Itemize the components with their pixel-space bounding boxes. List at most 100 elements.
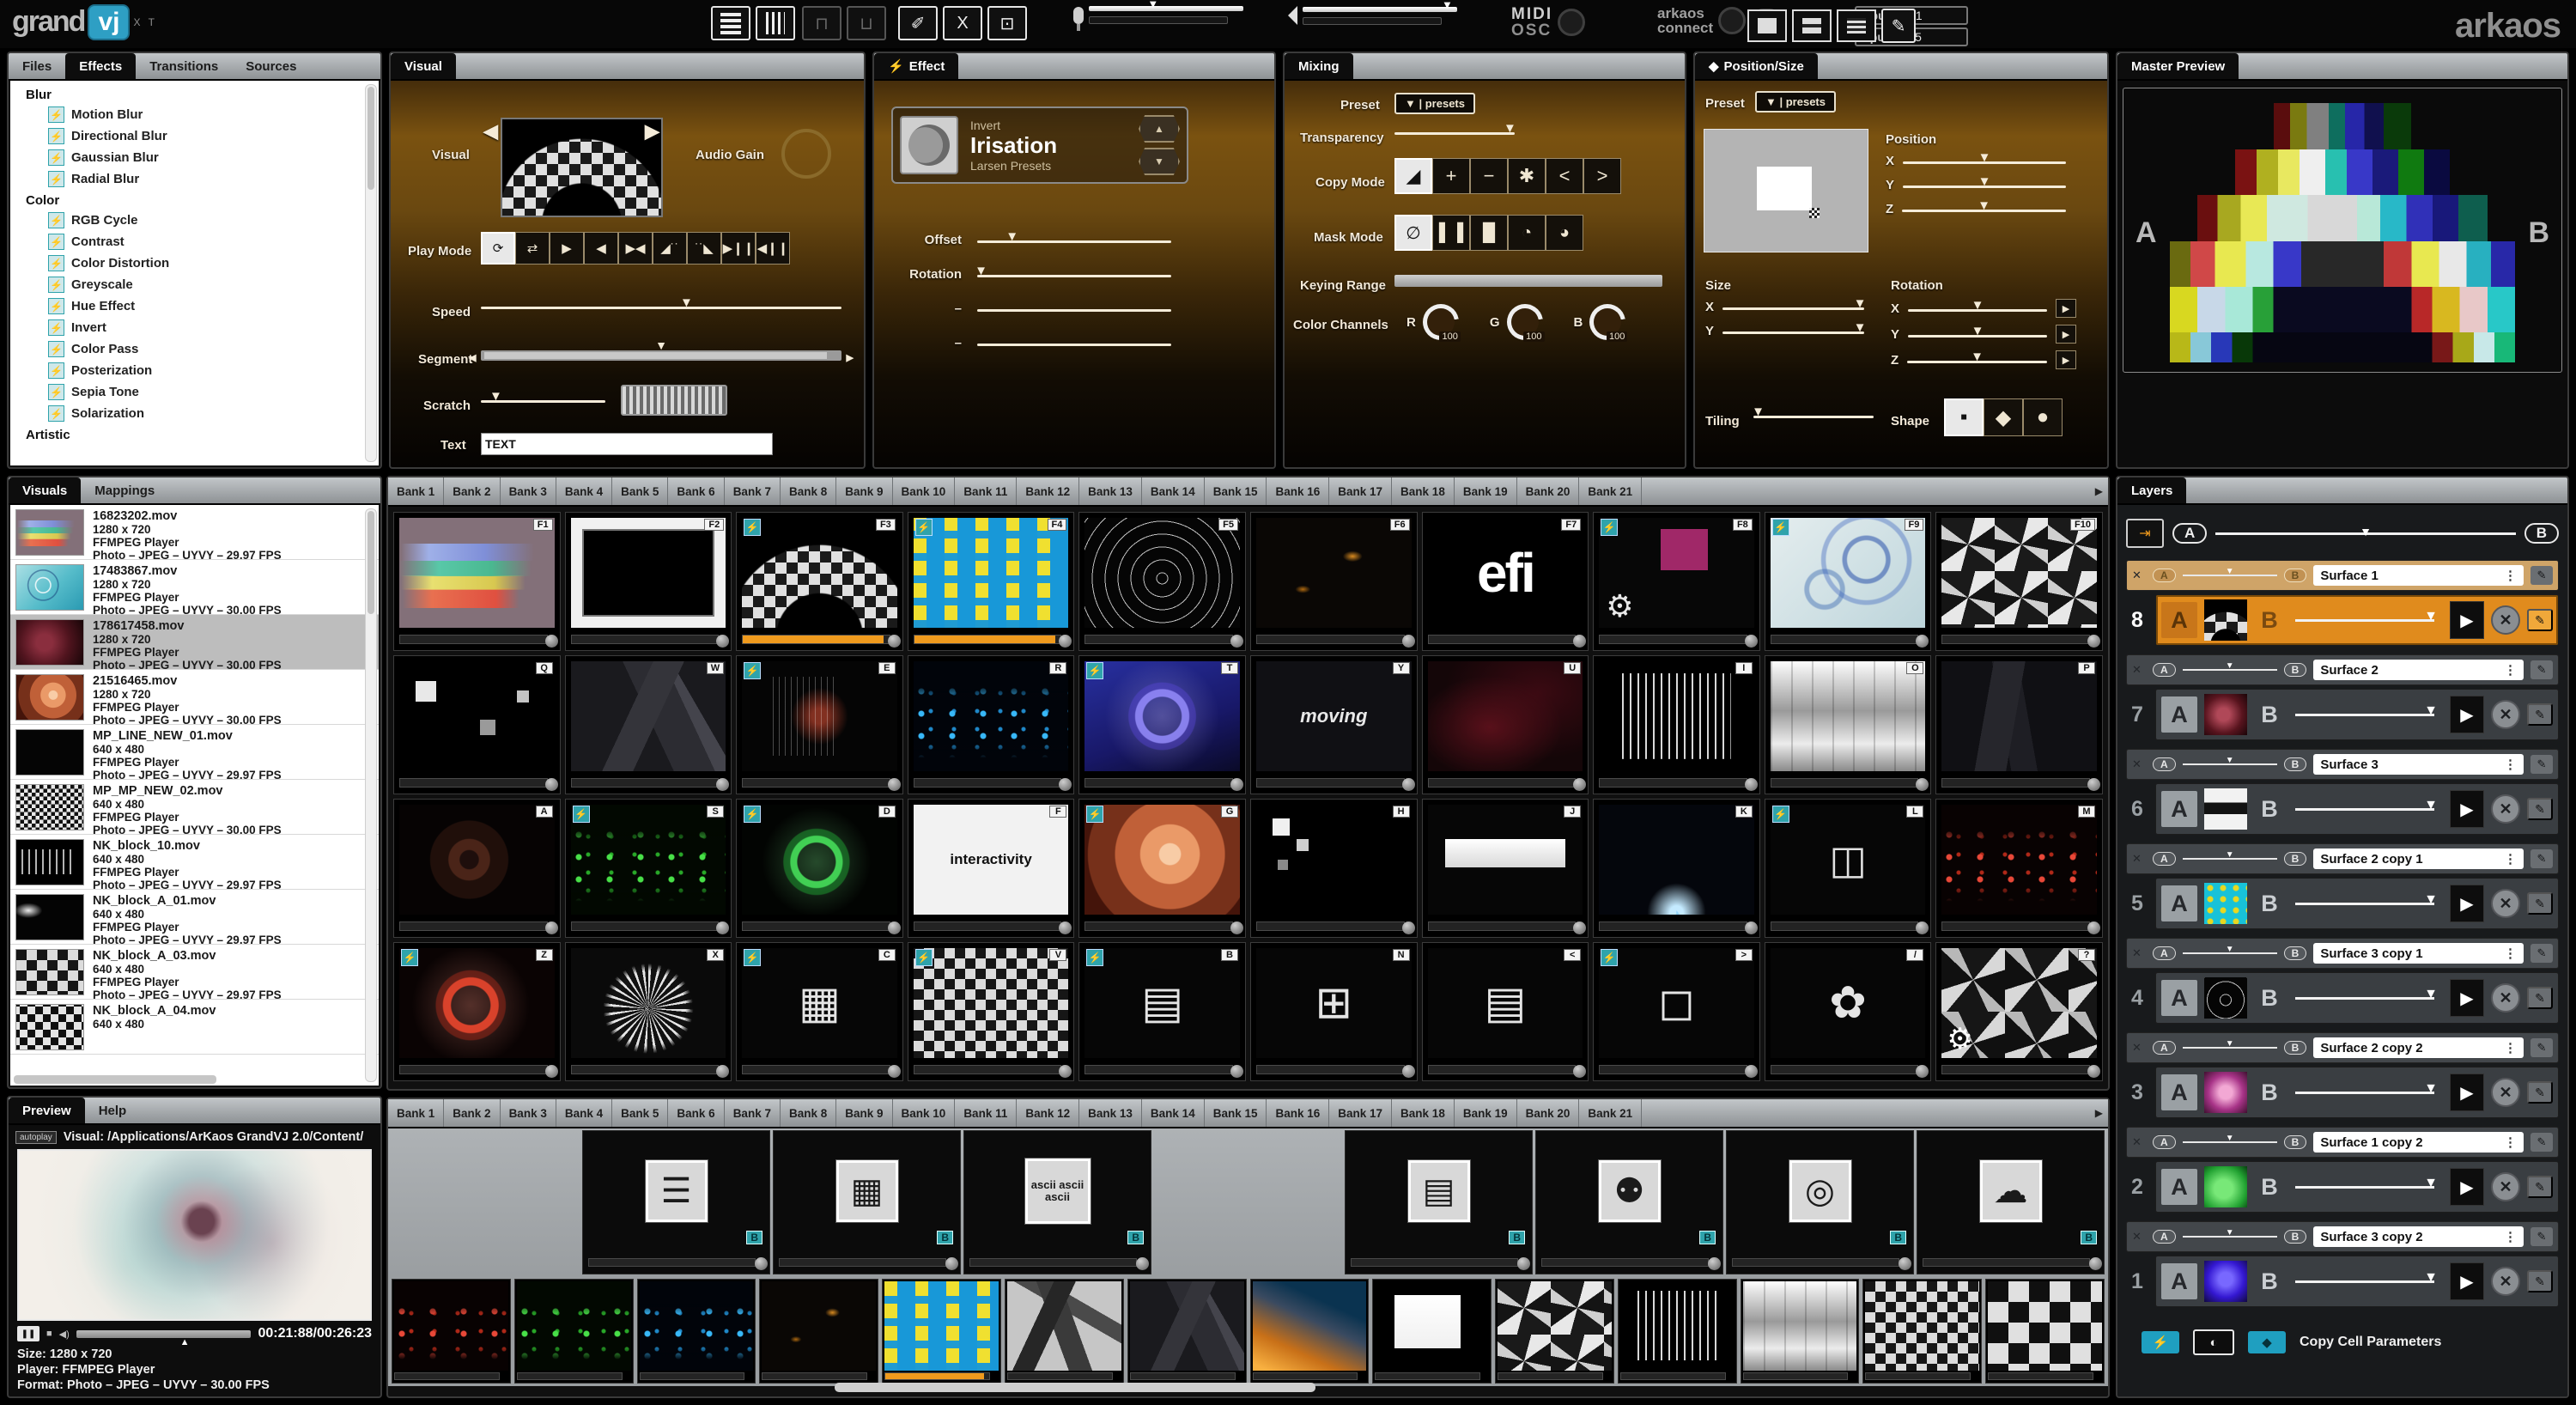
shape-button[interactable]: ▪ [1944, 398, 1984, 436]
bank-tab[interactable]: ○Bank 5 [612, 477, 669, 505]
cell-knob[interactable] [1059, 778, 1072, 791]
layer-crossfader[interactable]: ▼ [2292, 609, 2443, 629]
visual-cell[interactable]: K ⚡ [1593, 799, 1760, 938]
sound-cell-knob[interactable] [1136, 1257, 1149, 1270]
effect-list-item[interactable]: ⚡ Hue Effect [10, 295, 379, 317]
surface-edit-icon[interactable]: ✎ [2530, 1133, 2553, 1152]
preview-tab[interactable]: Preview [9, 1098, 85, 1123]
bank-tab[interactable]: ○Bank 10 [893, 1099, 956, 1127]
bank-tab[interactable]: ○Bank 21 [1579, 1099, 1643, 1127]
effect-list-item[interactable]: ⚡ Contrast [10, 231, 379, 252]
sound-cell-knob[interactable] [945, 1257, 958, 1270]
cell-knob[interactable] [544, 635, 558, 648]
midi-activity-knob[interactable] [1558, 9, 1586, 36]
bank-tab[interactable]: ○Bank 4 [556, 477, 613, 505]
cell-knob[interactable] [2087, 1065, 2100, 1078]
bank-tab[interactable]: ○Bank 16 [1267, 477, 1330, 505]
bottom-visual-cell[interactable] [392, 1279, 511, 1384]
surface-a-pill[interactable]: A [2153, 1230, 2176, 1244]
layer-play-button[interactable]: ▶ [2450, 1168, 2484, 1206]
surface-crossfader[interactable]: ▼ [2182, 567, 2277, 581]
mask-mode-button[interactable]: ▌▐ [1432, 215, 1470, 251]
surface-edit-icon[interactable]: ✎ [2530, 660, 2553, 679]
segment-right-arrow[interactable]: ▶ [847, 352, 854, 363]
cell-knob[interactable] [1230, 1065, 1243, 1078]
bank-tab[interactable]: ○Bank 4 [556, 1099, 613, 1127]
layer-clear-button[interactable]: ✕ [2491, 983, 2520, 1013]
cell-knob[interactable] [1916, 921, 1929, 934]
segment-slider[interactable]: ▼ ◀ ▶ [469, 338, 854, 366]
axis-slider[interactable]: ▼ [1907, 350, 2047, 368]
surface-select[interactable]: Surface 3 ⋮ [2313, 754, 2524, 775]
cell-knob[interactable] [1401, 921, 1415, 934]
position-preview[interactable] [1704, 129, 1868, 252]
copy-mode-button[interactable]: > [1583, 158, 1621, 194]
pause-button[interactable]: ❚❚ [17, 1326, 39, 1341]
presets-dropdown[interactable]: ▼ | presets [1394, 93, 1475, 114]
effect-param-slider[interactable]: ▼ [977, 229, 1171, 247]
visual-cell[interactable]: interactivity F ⚡ [907, 799, 1075, 938]
rotation-play-button[interactable]: ▶ [2056, 325, 2076, 344]
sound-cell[interactable]: ◎ B [1726, 1130, 1914, 1274]
visual-cell[interactable]: D ⚡ [736, 799, 903, 938]
copy-mode-button[interactable]: < [1546, 158, 1583, 194]
layer-clear-button[interactable]: ✕ [2491, 794, 2520, 824]
step-a-button[interactable]: ⊓ [802, 6, 841, 40]
bottom-visual-cell[interactable] [1249, 1279, 1370, 1384]
position-preview-rect[interactable] [1756, 166, 1813, 210]
master-preview-tab[interactable]: Master Preview [2117, 53, 2239, 79]
visual-cell[interactable]: Q ⚡ [393, 655, 561, 794]
effect-list-item[interactable]: ⚡ Motion Blur [10, 104, 379, 125]
shape-button[interactable]: ● [2023, 398, 2063, 436]
effect-param-slider[interactable] [977, 335, 1171, 350]
visual-cell[interactable]: W ⚡ [564, 655, 732, 794]
file-row[interactable]: NK_block_A_03.mov 640 x 480 FFMPEG Playe… [10, 945, 379, 1001]
layer-crossfader[interactable]: ▼ [2292, 1270, 2443, 1290]
mixer-view-button[interactable] [756, 6, 795, 40]
visual-cell[interactable]: J ⚡ [1421, 799, 1589, 938]
sound-cell-knob[interactable] [1517, 1257, 1530, 1270]
monitor-3-icon[interactable] [1837, 9, 1876, 42]
axis-slider[interactable]: ▼ [1722, 320, 1866, 338]
bank-tab[interactable]: ○Bank 15 [1205, 477, 1267, 505]
fullscreen-icon[interactable]: ⊡ [987, 6, 1027, 40]
cell-knob[interactable] [716, 921, 730, 934]
effect-list-item[interactable]: ⚡ RGB Cycle [10, 210, 379, 231]
surface-close-icon[interactable]: ✕ [2132, 569, 2146, 582]
surface-crossfader[interactable]: ▼ [2182, 756, 2277, 769]
bottom-hscrollbar[interactable] [835, 1383, 1315, 1392]
file-row[interactable]: 17483867.mov 1280 x 720 FFMPEG Player Ph… [10, 560, 379, 617]
bank-tab[interactable]: ○Bank 2 [444, 477, 501, 505]
effect-list-item[interactable]: ⚡ Invert [10, 317, 379, 338]
bank-tab[interactable]: ○Bank 9 [836, 1099, 893, 1127]
layer-edit-button[interactable]: ✎ [2527, 1176, 2553, 1198]
surface-b-pill[interactable]: B [2283, 757, 2307, 771]
bottom-visual-cell[interactable] [1127, 1279, 1247, 1384]
layer-a-button[interactable]: A [2161, 696, 2197, 733]
autoplay-badge[interactable]: autoplay [15, 1130, 57, 1144]
cell-knob[interactable] [2087, 778, 2100, 791]
visual-thumbnail[interactable] [501, 118, 663, 217]
cell-knob[interactable] [1916, 778, 1929, 791]
surface-b-pill[interactable]: B [2283, 1135, 2307, 1149]
keying-range-bar[interactable] [1394, 275, 1662, 287]
footer-mask-button[interactable]: ◐ [2193, 1329, 2234, 1355]
file-row[interactable]: 16823202.mov 1280 x 720 FFMPEG Player Ph… [10, 505, 379, 562]
surface-a-pill[interactable]: A [2153, 757, 2176, 771]
scratch-pad[interactable] [621, 385, 727, 416]
bank-tab[interactable]: ○Bank 18 [1392, 477, 1455, 505]
play-mode-button[interactable]: ◀❙❙ [756, 232, 790, 265]
visual-cell[interactable]: F10 ⚡ [1935, 512, 2103, 651]
bank-tab[interactable]: ○Bank 17 [1329, 477, 1393, 505]
surface-a-pill[interactable]: A [2153, 663, 2176, 677]
text-input[interactable] [481, 433, 773, 455]
cell-knob[interactable] [1573, 635, 1587, 648]
layer-b-label[interactable]: B [2254, 607, 2285, 634]
bottom-visual-cell[interactable] [1740, 1279, 1860, 1384]
file-row[interactable]: MP_MP_NEW_02.mov 640 x 480 FFMPEG Player… [10, 780, 379, 836]
visual-cell[interactable]: X ⚡ [564, 942, 732, 1081]
layer-clear-button[interactable]: ✕ [2491, 700, 2520, 729]
bottom-visual-cell[interactable] [882, 1279, 1001, 1384]
layer-play-button[interactable]: ▶ [2450, 696, 2484, 733]
bank-tab[interactable]: ○Bank 6 [668, 477, 725, 505]
